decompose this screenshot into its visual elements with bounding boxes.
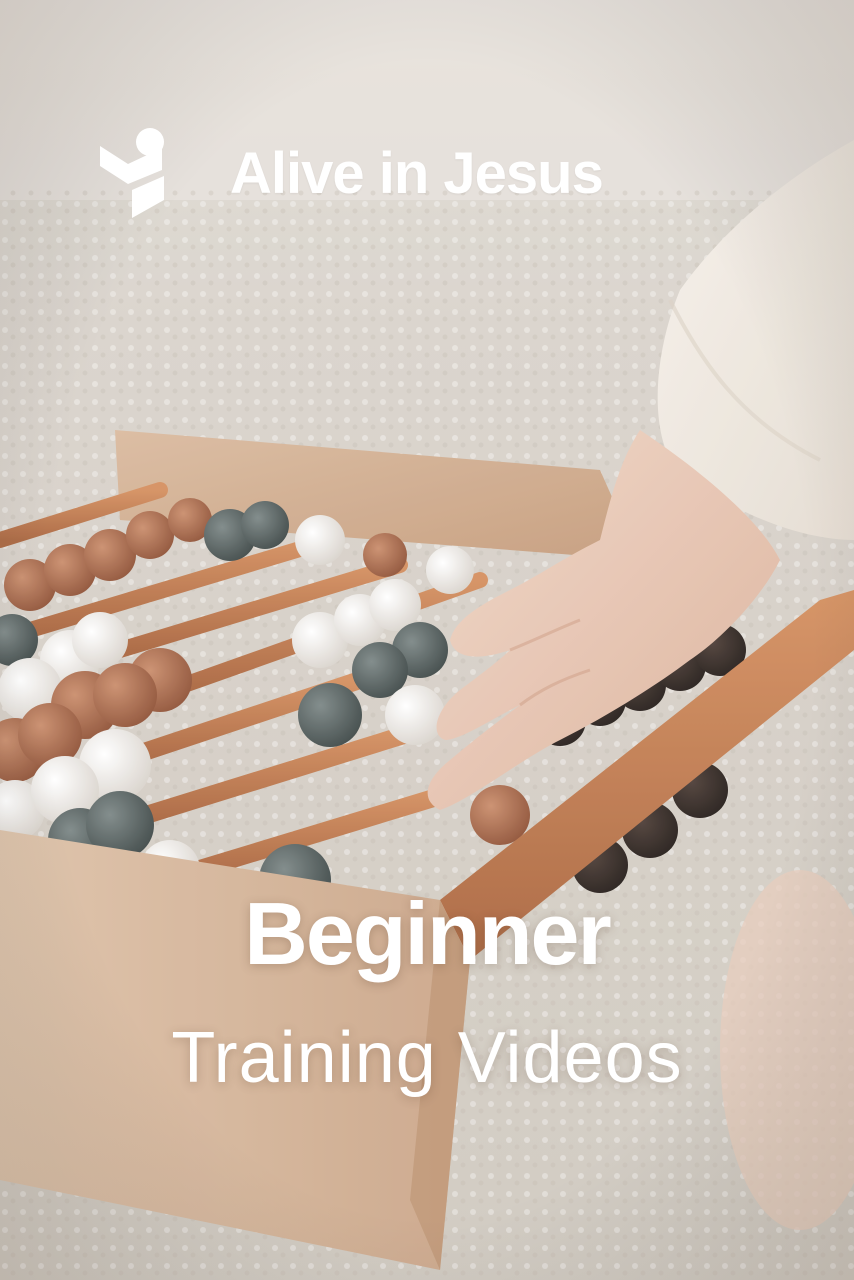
training-video-poster: Alive in Jesus Beginner Training Videos [0,0,854,1280]
sprout-person-icon [100,128,164,218]
brand-lockup: Alive in Jesus [100,124,604,224]
brand-name: Alive in Jesus [230,141,604,206]
headline-main: Beginner [244,884,611,983]
headline-sub: Training Videos [171,1018,683,1098]
